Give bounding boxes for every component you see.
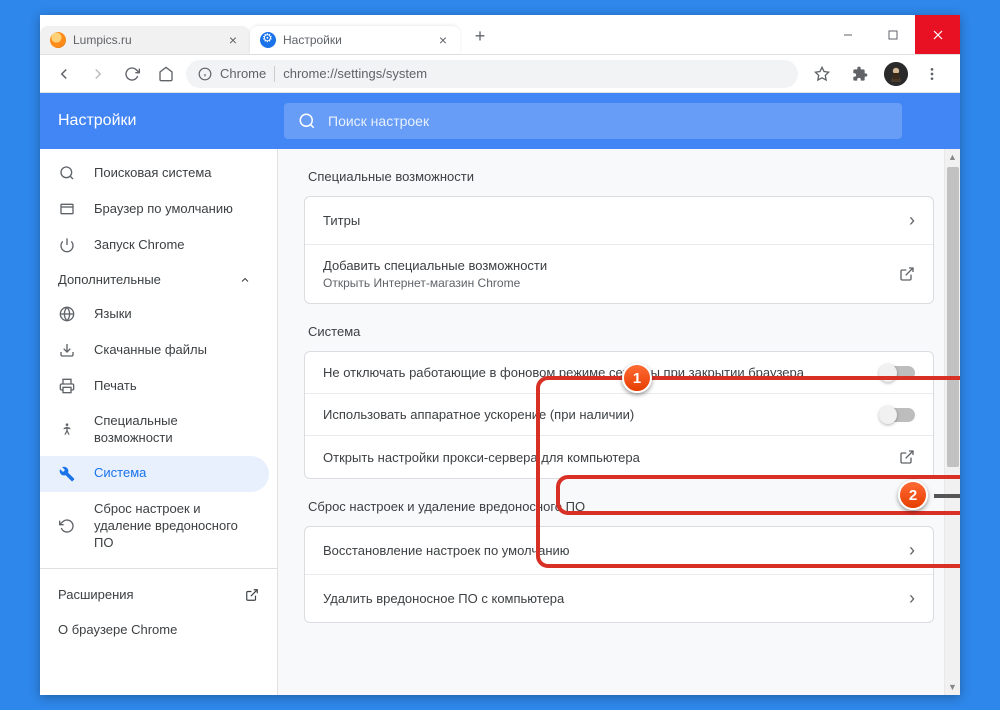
external-link-icon [899,449,915,465]
toggle-background[interactable] [881,366,915,380]
settings-body: Поисковая система Браузер по умолчанию З… [40,149,960,695]
page-content: Настройки Поисковая система Браузер по у… [40,93,960,695]
maximize-button[interactable] [870,15,915,54]
card-accessibility: Титры › Добавить специальные возможности… [304,196,934,304]
titlebar: Lumpics.ru × Настройки × + [40,15,960,55]
external-link-icon [245,588,259,602]
toggle-hw-accel[interactable] [881,408,915,422]
sidebar-item-downloads[interactable]: Скачанные файлы [40,332,269,368]
url-text: chrome://settings/system [283,66,427,81]
browser-icon [58,200,76,218]
globe-icon [58,305,76,323]
annotation-arrow [934,492,960,500]
tab-title: Настройки [283,33,429,47]
back-button[interactable] [50,60,78,88]
chevron-right-icon: › [909,588,915,609]
minimize-button[interactable] [825,15,870,54]
sidebar-link-about[interactable]: О браузере Chrome [40,612,277,647]
home-button[interactable] [152,60,180,88]
window-controls [825,15,960,54]
origin-label: Chrome [220,66,266,81]
info-icon [198,67,212,81]
power-icon [58,236,76,254]
tab-title: Lumpics.ru [73,33,219,47]
accessibility-icon [58,421,76,439]
sidebar-item-default-browser[interactable]: Браузер по умолчанию [40,191,269,227]
wrench-icon [58,465,76,483]
chevron-up-icon [239,274,251,286]
scrollbar[interactable]: ▲ ▼ [944,149,960,695]
scroll-down-button[interactable]: ▼ [945,679,960,695]
row-background-apps[interactable]: Не отключать работающие в фоновом режиме… [305,352,933,394]
sidebar-item-reset[interactable]: Сброс настроек и удаление вредоносного П… [40,492,269,561]
bookmark-button[interactable] [808,60,836,88]
sidebar-item-startup[interactable]: Запуск Chrome [40,227,269,263]
section-label-system: Система [308,324,934,339]
tab-lumpics[interactable]: Lumpics.ru × [40,26,250,54]
reload-button[interactable] [118,60,146,88]
toolbar-right [804,60,950,88]
row-captions[interactable]: Титры › [305,197,933,245]
search-icon [298,112,316,130]
search-icon [58,164,76,182]
row-cleanup[interactable]: Удалить вредоносное ПО с компьютера › [305,575,933,622]
row-hardware-accel[interactable]: Использовать аппаратное ускорение (при н… [305,394,933,436]
sidebar: Поисковая система Браузер по умолчанию З… [40,149,278,695]
row-proxy[interactable]: Открыть настройки прокси-сервера для ком… [305,436,933,478]
card-system: Не отключать работающие в фоновом режиме… [304,351,934,479]
row-add-a11y[interactable]: Добавить специальные возможности Открыть… [305,245,933,303]
sidebar-section-advanced[interactable]: Дополнительные [40,263,269,296]
sidebar-link-extensions[interactable]: Расширения [40,577,277,612]
chevron-right-icon: › [909,540,915,561]
section-label-a11y: Специальные возможности [308,169,934,184]
section-label-reset: Сброс настроек и удаление вредоносного П… [308,499,934,514]
new-tab-button[interactable]: + [466,22,494,50]
settings-header: Настройки [40,93,960,149]
close-icon[interactable]: × [436,33,450,47]
annotation-badge-1: 1 [622,363,652,393]
extensions-button[interactable] [846,60,874,88]
menu-button[interactable] [918,60,946,88]
browser-window: Lumpics.ru × Настройки × + Chrome chrome… [40,15,960,695]
scroll-up-button[interactable]: ▲ [945,149,960,165]
reset-icon [58,517,76,535]
external-link-icon [899,266,915,282]
sidebar-item-accessibility[interactable]: Специальные возможности [40,404,269,456]
row-restore-defaults[interactable]: Восстановление настроек по умолчанию › [305,527,933,575]
sidebar-item-print[interactable]: Печать [40,368,269,404]
forward-button[interactable] [84,60,112,88]
sidebar-item-search-engine[interactable]: Поисковая система [40,155,269,191]
sidebar-item-system[interactable]: Система [40,456,269,492]
print-icon [58,377,76,395]
sidebar-item-languages[interactable]: Языки [40,296,269,332]
chevron-right-icon: › [909,210,915,231]
toolbar: Chrome chrome://settings/system [40,55,960,93]
tab-strip: Lumpics.ru × Настройки × + [40,15,825,54]
address-bar[interactable]: Chrome chrome://settings/system [186,60,798,88]
favicon-settings [260,32,276,48]
download-icon [58,341,76,359]
page-title: Настройки [58,112,258,130]
card-reset: Восстановление настроек по умолчанию › У… [304,526,934,623]
close-icon[interactable]: × [226,33,240,47]
profile-avatar[interactable] [884,62,908,86]
search-input[interactable] [328,113,888,129]
close-window-button[interactable] [915,15,960,54]
settings-main: Специальные возможности Титры › Добавить… [278,149,960,695]
annotation-badge-2: 2 [898,480,928,510]
favicon-lumpics [50,32,66,48]
tab-settings[interactable]: Настройки × [250,26,460,54]
scroll-thumb[interactable] [947,167,959,467]
search-box[interactable] [284,103,902,139]
